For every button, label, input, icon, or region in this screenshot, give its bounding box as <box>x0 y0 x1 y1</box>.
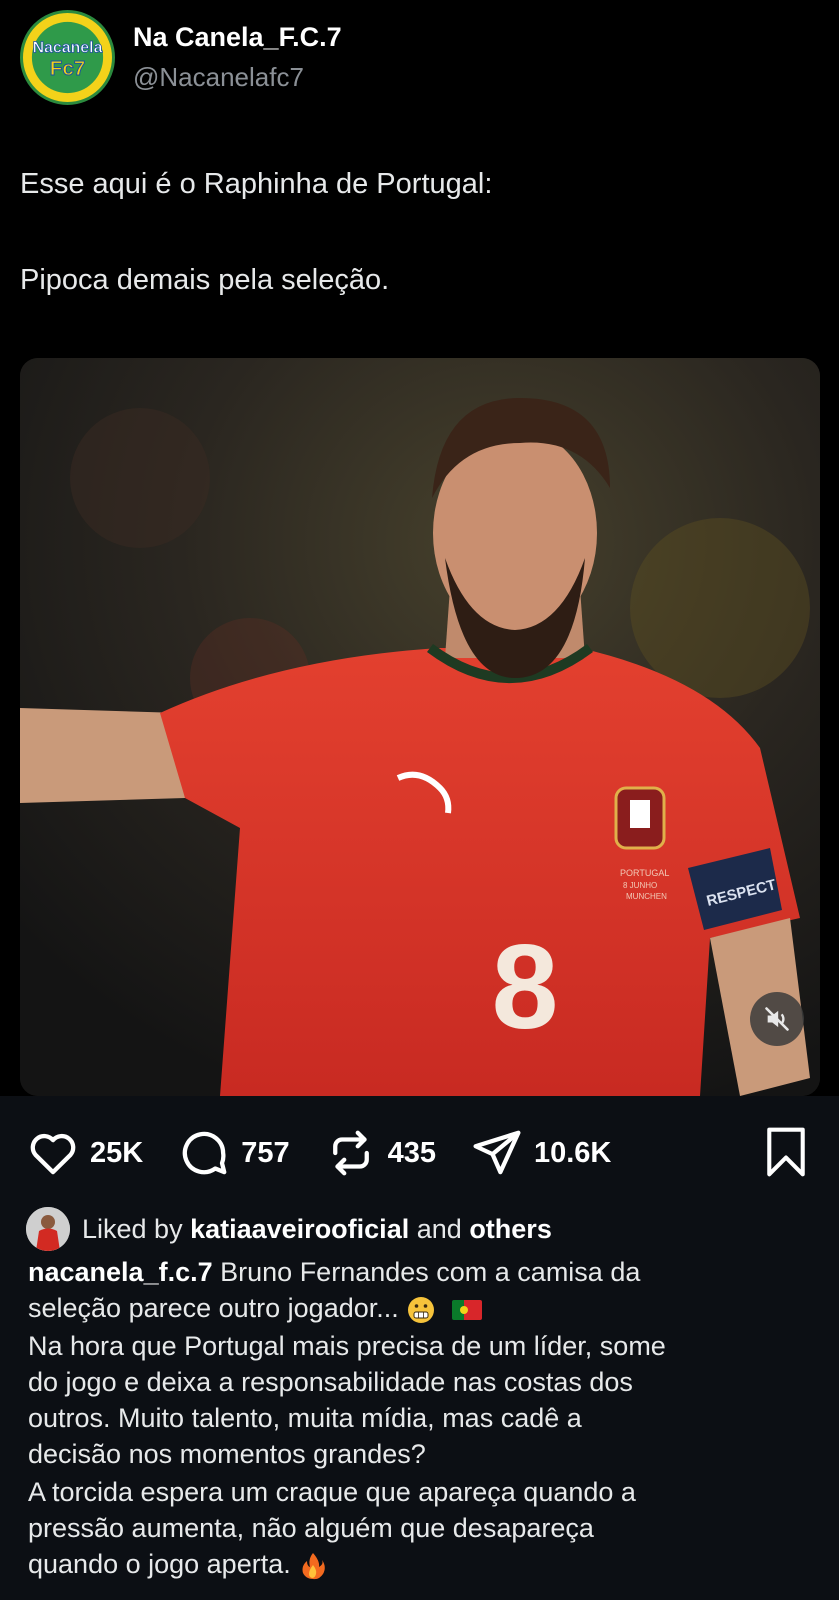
jersey-print: PORTUGAL <box>620 868 669 878</box>
bookmark-icon <box>767 1127 805 1177</box>
jersey-print: 8 JUNHO <box>623 881 657 890</box>
comment-count: 757 <box>241 1136 290 1169</box>
caption-text: A torcida espera um craque que apareça q… <box>28 1477 636 1507</box>
liked-by-and: and <box>416 1213 462 1244</box>
caption-text: quando o jogo aperta. <box>28 1549 291 1579</box>
share-count: 10.6K <box>533 1136 612 1169</box>
share-icon <box>473 1130 521 1175</box>
caption-text: do jogo e deixa a responsabilidade nas c… <box>28 1367 633 1397</box>
caption-text: decisão nos momentos grandes? <box>28 1439 426 1469</box>
fire-icon <box>302 1552 326 1580</box>
jersey-print: MUNCHEN <box>626 892 667 901</box>
tweet-media[interactable]: PORTUGAL 8 JUNHO MUNCHEN 8 RESPECT <box>20 358 820 1096</box>
speaker-muted-icon <box>765 1007 789 1031</box>
like-count: 25K <box>90 1136 144 1169</box>
player-photo: PORTUGAL 8 JUNHO MUNCHEN 8 RESPECT <box>20 358 820 1096</box>
portugal-flag-icon <box>451 1299 482 1320</box>
account-handle[interactable]: @Nacanelafc7 <box>133 62 304 93</box>
jersey-number: 8 <box>492 920 559 1054</box>
caption-text: outros. Muito talento, muita mídia, mas … <box>28 1403 582 1433</box>
account-avatar[interactable]: Nacanela Fc7 <box>20 10 115 105</box>
post-panel: 25K 757 435 10.6K Liked by katiaaveiroof… <box>0 1096 839 1600</box>
caption-text: Bruno Fernandes com a camisa da <box>220 1257 641 1287</box>
profile-photo <box>26 1207 70 1251</box>
like-button[interactable]: 25K <box>26 1126 143 1180</box>
grimacing-face-icon <box>408 1296 435 1323</box>
mute-button[interactable] <box>750 992 804 1046</box>
caption-text: pressão aumenta, não alguém que desapare… <box>28 1513 594 1543</box>
save-button[interactable] <box>763 1126 809 1178</box>
screenshot: Nacanela Fc7 Na Canela_F.C.7 @Nacanelafc… <box>0 0 839 1600</box>
liked-by-prefix: Liked by <box>82 1213 183 1244</box>
repost-count: 435 <box>387 1136 436 1169</box>
comment-button[interactable]: 757 <box>177 1126 290 1180</box>
tweet-text-line: Esse aqui é o Raphinha de Portugal: <box>20 168 493 200</box>
caption-text: seleção parece outro jogador... <box>28 1293 399 1323</box>
comment-icon <box>182 1131 227 1175</box>
caption-text: Na hora que Portugal mais precisa de um … <box>28 1331 666 1361</box>
tweet-text-line: Pipoca demais pela seleção. <box>20 264 390 296</box>
logo-text-bottom: Fc7 <box>50 57 86 80</box>
repost-button[interactable]: 435 <box>324 1126 436 1180</box>
nacanela-logo: Nacanela Fc7 <box>23 13 112 102</box>
liked-by-row[interactable]: Liked by katiaaveirooficial and others <box>26 1206 552 1252</box>
liked-by-others[interactable]: others <box>469 1214 552 1245</box>
heart-icon <box>30 1133 76 1175</box>
post-caption: nacanela_f.c.7 Bruno Fernandes com a cam… <box>28 1254 818 1582</box>
liker-avatar[interactable] <box>26 1207 70 1251</box>
share-button[interactable]: 10.6K <box>470 1126 611 1180</box>
action-bar: 25K 757 435 10.6K <box>26 1128 645 1178</box>
repost-icon <box>332 1130 369 1176</box>
liked-by-user[interactable]: katiaaveirooficial <box>190 1214 409 1245</box>
display-name[interactable]: Na Canela_F.C.7 <box>133 22 342 53</box>
logo-text-top: Nacanela <box>33 39 103 56</box>
caption-username[interactable]: nacanela_f.c.7 <box>28 1257 213 1287</box>
